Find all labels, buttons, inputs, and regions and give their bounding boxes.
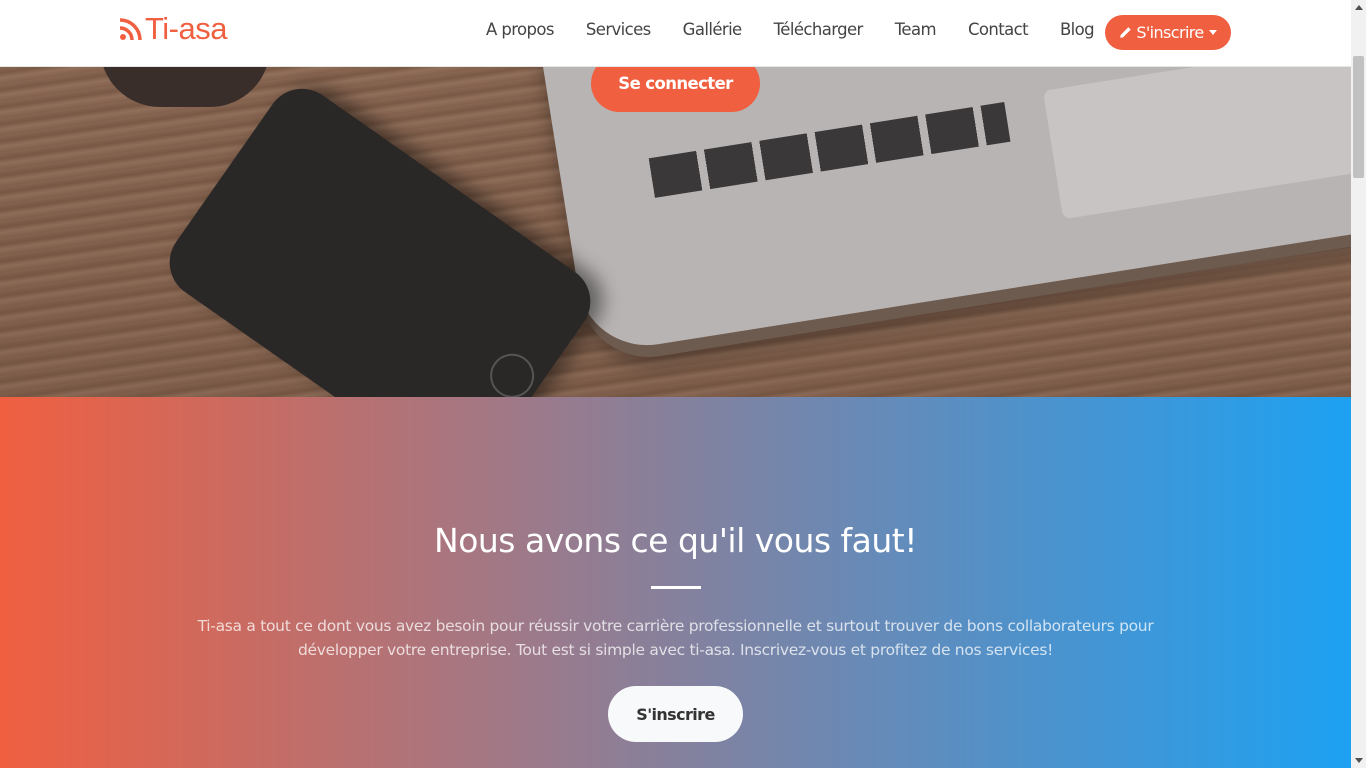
nav-link-telecharger[interactable]: Télécharger — [758, 20, 879, 39]
nav-link-blog[interactable]: Blog — [1044, 20, 1110, 39]
brand-name: Ti-asa — [145, 11, 227, 46]
signup-label: S'inscrire — [1136, 23, 1204, 42]
promo-section: Nous avons ce qu'il vous faut! Ti-asa a … — [0, 397, 1351, 768]
scrollbar[interactable] — [1351, 0, 1366, 768]
nav-link-contact[interactable]: Contact — [952, 20, 1044, 39]
promo-title: Nous avons ce qu'il vous faut! — [434, 521, 917, 560]
rss-icon — [119, 18, 142, 41]
phone-home-button — [481, 345, 543, 397]
scroll-thumb[interactable] — [1353, 56, 1364, 178]
hero-image — [0, 67, 1351, 397]
navbar: Ti-asa A propos Services Gallérie Téléch… — [0, 0, 1351, 67]
promo-text: Ti-asa a tout ce dont vous avez besoin p… — [197, 617, 1154, 659]
divider — [651, 586, 701, 589]
mug-shape — [100, 67, 270, 107]
signup-dropdown-button[interactable]: S'inscrire — [1105, 15, 1231, 50]
pencil-icon — [1120, 27, 1132, 38]
chevron-down-icon — [1208, 30, 1217, 35]
promo-signup-button[interactable]: S'inscrire — [608, 686, 743, 742]
scroll-up-arrow-icon[interactable] — [1355, 5, 1363, 10]
phone-shape — [155, 74, 605, 397]
nav-link-gallerie[interactable]: Gallérie — [667, 20, 758, 39]
brand-logo[interactable]: Ti-asa — [119, 11, 227, 46]
nav-link-apropos[interactable]: A propos — [470, 20, 570, 39]
keyboard-shape — [648, 102, 1011, 198]
nav-link-team[interactable]: Team — [879, 20, 952, 39]
scroll-down-arrow-icon[interactable] — [1355, 758, 1363, 763]
nav-links: A propos Services Gallérie Télécharger T… — [470, 0, 1110, 58]
trackpad-shape — [1042, 67, 1351, 220]
nav-link-services[interactable]: Services — [570, 20, 667, 39]
